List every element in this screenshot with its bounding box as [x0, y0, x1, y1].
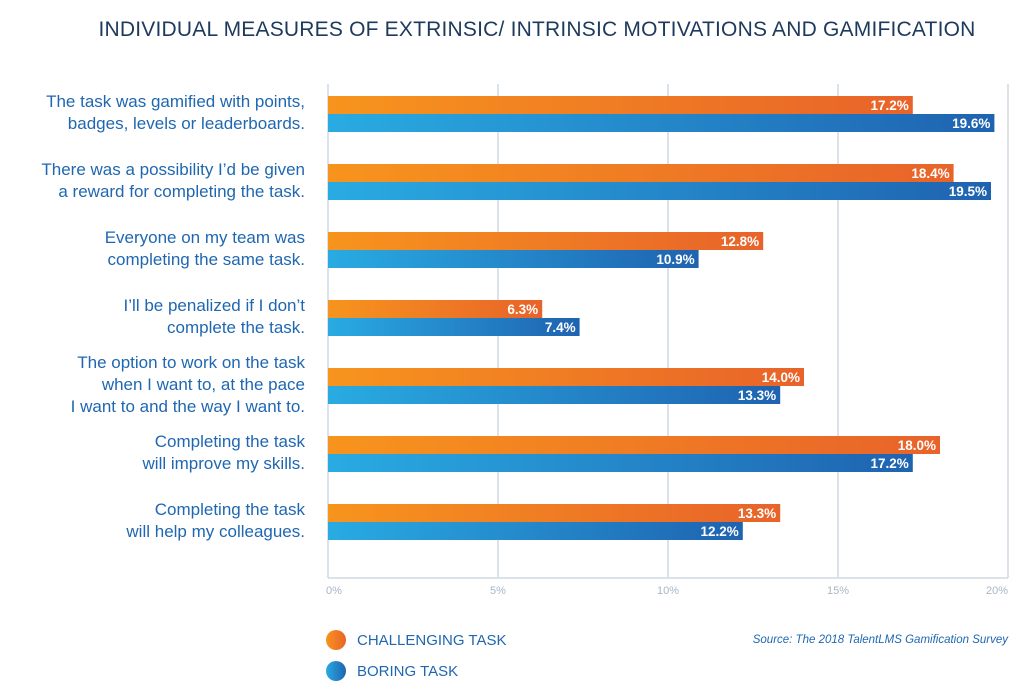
bar-boring — [328, 114, 995, 132]
bar-value-label: 7.4% — [545, 320, 576, 335]
legend-item-boring: BORING TASK — [326, 661, 458, 681]
legend-dot-challenging-icon — [326, 630, 346, 650]
legend-item-challenging: CHALLENGING TASK — [326, 630, 507, 650]
bar-challenging — [328, 164, 954, 182]
bar-value-label: 19.6% — [952, 116, 990, 131]
bar-value-label: 12.8% — [721, 234, 759, 249]
x-tick-label: 5% — [490, 585, 506, 597]
x-tick-label: 10% — [657, 585, 679, 597]
bar-value-label: 10.9% — [656, 252, 694, 267]
bar-challenging — [328, 368, 804, 386]
bar-boring — [328, 454, 913, 472]
x-tick-label: 15% — [827, 585, 849, 597]
bar-boring — [328, 250, 699, 268]
bar-challenging — [328, 232, 764, 250]
bar-challenging — [328, 436, 940, 454]
bar-value-label: 18.4% — [911, 166, 949, 181]
x-tick-label: 20% — [986, 585, 1008, 597]
bar-boring — [328, 182, 991, 200]
bar-value-label: 19.5% — [949, 184, 987, 199]
bar-boring — [328, 318, 580, 336]
bar-value-label: 6.3% — [507, 302, 538, 317]
bar-chart: 17.2% 19.6% 18.4%19.5% 12.8% 10.9% 6.3% 7.4% 14… — [326, 84, 1009, 597]
bar-boring — [328, 522, 743, 540]
bars: 17.2% 19.6% 18.4%19.5% 12.8% 10.9% 6.3% 7.4% 14… — [328, 96, 995, 540]
bar-boring — [328, 386, 781, 404]
bar-challenging — [328, 96, 913, 114]
bar-value-label: 14.0% — [762, 370, 800, 385]
bar-value-label: 18.0% — [898, 438, 936, 453]
bar-challenging — [328, 504, 781, 522]
legend-label-boring: BORING TASK — [357, 662, 459, 680]
bar-value-label: 12.2% — [701, 524, 739, 539]
bar-value-label: 13.3% — [738, 506, 776, 521]
bar-value-label: 17.2% — [871, 456, 909, 471]
bar-value-label: 13.3% — [738, 388, 776, 403]
x-axis-ticks: 0% 5% 10% 15% 20% — [326, 585, 1008, 597]
source-note: Source: The 2018 TalentLMS Gamification … — [752, 634, 1008, 646]
x-tick-label: 0% — [326, 585, 342, 597]
bar-value-label: 17.2% — [871, 98, 909, 113]
legend-label-challenging: CHALLENGING TASK — [357, 631, 507, 649]
legend-dot-boring-icon — [326, 661, 346, 681]
